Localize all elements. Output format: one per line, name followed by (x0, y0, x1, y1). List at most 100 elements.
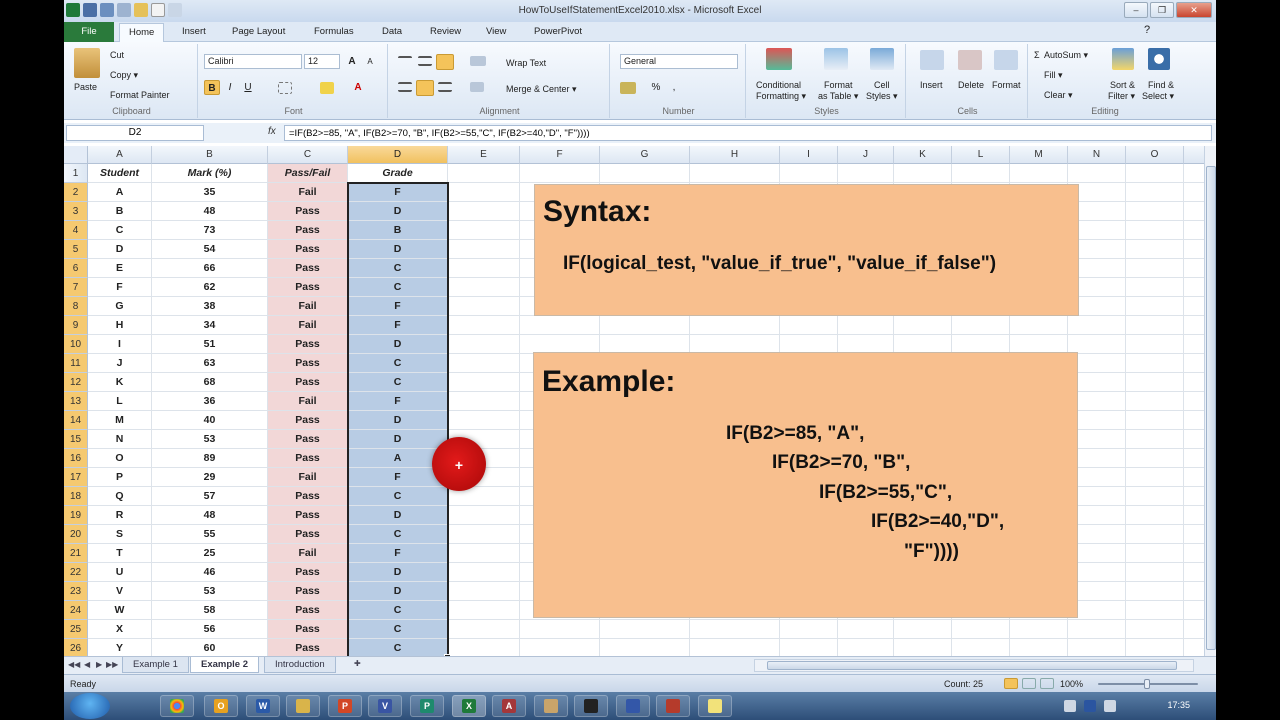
table-cell[interactable]: 48 (152, 202, 268, 221)
clear-button[interactable]: Clear ▾ (1044, 90, 1073, 101)
empty-cell[interactable] (448, 506, 520, 525)
row-header-21[interactable]: 21 (64, 544, 88, 563)
table-cell[interactable]: 58 (152, 601, 268, 620)
autosum-button[interactable]: AutoSum ▾ (1044, 50, 1088, 61)
empty-cell[interactable] (1126, 297, 1184, 316)
column-header-j[interactable]: J (838, 146, 894, 164)
empty-cell[interactable] (448, 354, 520, 373)
table-cell[interactable]: 29 (152, 468, 268, 487)
table-cell[interactable]: Fail (268, 316, 348, 335)
table-header-cell[interactable]: Mark (%) (152, 164, 268, 183)
orientation-icon[interactable] (470, 56, 486, 66)
column-header-c[interactable]: C (268, 146, 348, 164)
empty-cell[interactable] (1126, 563, 1184, 582)
table-cell[interactable]: K (88, 373, 152, 392)
column-header-e[interactable]: E (448, 146, 520, 164)
empty-cell[interactable] (690, 620, 780, 639)
taskbar-powerpoint[interactable]: P (328, 695, 362, 717)
table-cell[interactable]: C (348, 373, 448, 392)
empty-cell[interactable] (952, 620, 1010, 639)
empty-cell[interactable] (448, 183, 520, 202)
format-cells-icon[interactable] (994, 50, 1018, 70)
tab-data[interactable]: Data (382, 26, 402, 37)
row-header-6[interactable]: 6 (64, 259, 88, 278)
comma-button[interactable]: , (666, 80, 682, 95)
empty-cell[interactable] (448, 221, 520, 240)
empty-cell[interactable] (448, 582, 520, 601)
table-cell[interactable]: Pass (268, 620, 348, 639)
taskbar-excel[interactable]: X (452, 695, 486, 717)
empty-cell[interactable] (1126, 525, 1184, 544)
empty-cell[interactable] (1068, 620, 1126, 639)
delete-cells-button[interactable]: Delete (958, 80, 984, 90)
table-cell[interactable]: D (348, 335, 448, 354)
empty-cell[interactable] (1126, 430, 1184, 449)
paste-button[interactable]: Paste (74, 82, 97, 92)
table-cell[interactable]: 66 (152, 259, 268, 278)
format-as-table-button-2[interactable]: as Table ▾ (818, 91, 858, 102)
sort-filter-button[interactable]: Sort & (1110, 80, 1135, 90)
format-cells-button[interactable]: Format (992, 80, 1021, 90)
copy-button[interactable]: Copy ▾ (110, 70, 138, 81)
empty-cell[interactable] (1126, 316, 1184, 335)
empty-cell[interactable] (600, 316, 690, 335)
italic-button[interactable]: I (222, 80, 238, 95)
row-header-10[interactable]: 10 (64, 335, 88, 354)
column-header-f[interactable]: F (520, 146, 600, 164)
cell-styles-button[interactable]: Cell (874, 80, 890, 90)
row-header-13[interactable]: 13 (64, 392, 88, 411)
table-cell[interactable]: Fail (268, 468, 348, 487)
empty-cell[interactable] (448, 335, 520, 354)
table-cell[interactable]: Pass (268, 354, 348, 373)
delete-cells-icon[interactable] (958, 50, 982, 70)
empty-cell[interactable] (1126, 259, 1184, 278)
empty-cell[interactable] (780, 620, 838, 639)
vertical-scrollbar[interactable] (1204, 146, 1216, 656)
empty-cell[interactable] (1126, 411, 1184, 430)
empty-cell[interactable] (894, 316, 952, 335)
column-header-h[interactable]: H (690, 146, 780, 164)
empty-cell[interactable] (1126, 620, 1184, 639)
tab-review[interactable]: Review (430, 26, 461, 37)
taskbar-app-o[interactable]: O (204, 695, 238, 717)
sheet-tab-introduction[interactable]: Introduction (264, 657, 336, 673)
table-cell[interactable]: 54 (152, 240, 268, 259)
table-cell[interactable]: C (348, 601, 448, 620)
first-sheet-icon[interactable]: ◀◀ (68, 660, 80, 669)
page-break-view-icon[interactable] (1040, 678, 1054, 689)
cell-styles-icon[interactable] (870, 48, 894, 70)
table-cell[interactable]: Fail (268, 544, 348, 563)
empty-cell[interactable] (1010, 164, 1068, 183)
close-button[interactable]: ✕ (1176, 2, 1212, 18)
taskbar-app-pdf[interactable] (656, 695, 690, 717)
table-cell[interactable]: Pass (268, 506, 348, 525)
find-select-button[interactable]: Find & (1148, 80, 1174, 90)
sort-filter-button-2[interactable]: Filter ▾ (1108, 91, 1135, 102)
format-as-table-button[interactable]: Format (824, 80, 853, 90)
sort-filter-icon[interactable] (1112, 48, 1134, 70)
table-cell[interactable]: B (348, 221, 448, 240)
empty-cell[interactable] (448, 544, 520, 563)
column-header-m[interactable]: M (1010, 146, 1068, 164)
table-cell[interactable]: Pass (268, 525, 348, 544)
insert-cells-button[interactable]: Insert (920, 80, 943, 90)
worksheet-grid[interactable]: ABCDEFGHIJKLMNOP 12345678910111213141516… (64, 146, 1216, 670)
grow-font-icon[interactable]: A (344, 54, 360, 69)
format-painter-button[interactable]: Format Painter (110, 90, 170, 100)
taskbar-word[interactable]: W (246, 695, 280, 717)
table-cell[interactable]: T (88, 544, 152, 563)
empty-cell[interactable] (520, 164, 600, 183)
table-cell[interactable]: 63 (152, 354, 268, 373)
row-header-20[interactable]: 20 (64, 525, 88, 544)
empty-cell[interactable] (600, 164, 690, 183)
taskbar-paint[interactable] (534, 695, 568, 717)
empty-cell[interactable] (448, 411, 520, 430)
empty-cell[interactable] (894, 620, 952, 639)
table-cell[interactable]: 46 (152, 563, 268, 582)
row-header-15[interactable]: 15 (64, 430, 88, 449)
prev-sheet-icon[interactable]: ◀ (84, 660, 90, 669)
table-cell[interactable]: V (88, 582, 152, 601)
find-select-button-2[interactable]: Select ▾ (1142, 91, 1174, 102)
table-cell[interactable]: 53 (152, 430, 268, 449)
table-cell[interactable]: H (88, 316, 152, 335)
